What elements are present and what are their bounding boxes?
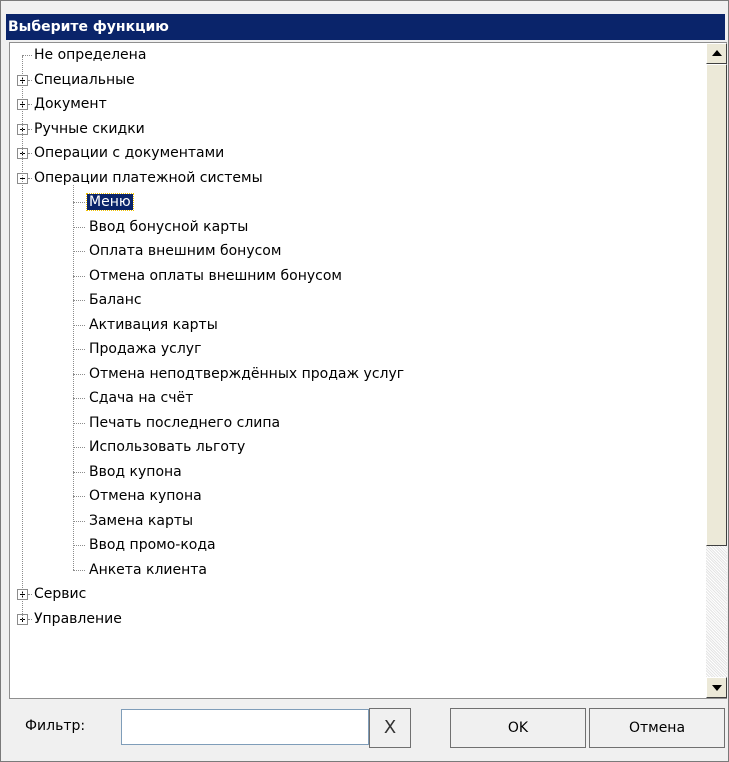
tree-item-label: Сдача на счёт [89,390,194,406]
dialog-window: Выберите функцию Не определена Специальны… [0,0,729,762]
tree-connector [73,226,85,228]
tree-item[interactable]: Оплата внешним бонусом [87,240,283,262]
tree-item[interactable]: Ввод бонусной карты [87,216,250,238]
tree-connector [73,251,85,252]
tree-item[interactable]: Продажа услуг [87,338,203,360]
tree-item-label: Замена карты [89,512,194,529]
tree-item-label: Печать последнего слипа [89,414,281,431]
tree-connector [73,496,85,497]
tree-connector [28,618,32,620]
tree-item-label: Ввод купона [89,463,182,480]
tree-connector [28,128,32,130]
tree-item-label: Отмена оплаты внешним бонусом [89,267,342,284]
tree-item[interactable]: Активация карты [87,314,220,336]
tree-item-label: Ввод бонусной карты [89,218,249,235]
tree-item[interactable]: Ввод промо-кода [87,534,218,556]
tree-item-label: Продажа услуг [89,341,202,357]
tree-connector [73,324,85,326]
tree-item[interactable]: Сдача на счёт [87,387,195,409]
tree-connector [22,55,32,56]
tree-connector [73,373,85,375]
tree-child-line [73,184,74,570]
tree-item[interactable]: Не определена [32,44,148,66]
tree-connector [73,275,85,277]
tree-item[interactable]: Печать последнего слипа [87,412,282,434]
tree-item-label: Меню [86,193,134,211]
ok-button[interactable]: OK [450,708,586,748]
tree-item[interactable]: Замена карты [87,510,195,532]
tree-root-line [22,56,23,620]
tree-item[interactable]: Операции платежной системы [32,167,265,189]
vertical-scrollbar[interactable] [706,43,727,698]
tree-item-label: Сервис [34,586,87,602]
tree-item-label: Активация карты [89,316,218,333]
tree-connector [73,545,85,546]
cancel-button[interactable]: Отмена [589,708,725,748]
tree-item-label: Отмена купона [89,488,202,504]
tree-connector [73,349,85,350]
tree-item-label: Управление [34,610,122,627]
tree-connector [28,177,32,179]
tree-connector [73,471,85,473]
filter-input[interactable] [121,709,369,745]
tree-item-label: Анкета клиента [89,561,207,578]
arrow-up-icon [712,50,722,56]
tree-item[interactable]: Отмена неподтверждённых продаж услуг [87,363,406,385]
tree-item-label: Не определена [34,47,147,63]
tree-item-label: Операции с документами [34,145,225,161]
tree-item[interactable]: Анкета клиента [87,559,209,581]
tree-connector [28,79,32,81]
filter-label: Фильтр: [25,718,86,734]
tree-connector [28,594,32,595]
tree-connector [28,153,32,154]
tree-item-label: Операции платежной системы [34,169,263,186]
tree-connector [73,202,85,203]
tree-connector [28,104,32,105]
tree-item[interactable]: Управление [32,608,124,630]
scroll-down-button[interactable] [706,677,727,698]
arrow-down-icon [712,685,722,691]
tree-item[interactable]: Отмена купона [87,485,204,507]
tree-item[interactable]: Использовать льготу [87,436,247,458]
tree-item[interactable]: Сервис [32,583,88,605]
function-tree-frame: Не определена Специальные Документ Ручные с… [9,42,727,699]
tree-connector [73,569,85,571]
tree-item-label: Документ [34,96,107,112]
tree-connector [73,398,85,399]
tree-connector [73,422,85,424]
tree-item[interactable]: Операции с документами [32,142,226,164]
close-icon: X [383,717,397,738]
tree-item[interactable]: Документ [32,93,109,115]
tree-item[interactable]: Отмена оплаты внешним бонусом [87,265,344,287]
tree-item-label: Использовать льготу [89,439,246,455]
tree-connector [73,520,85,522]
tree-item-label: Отмена неподтверждённых продаж услуг [89,365,405,382]
tree-item-label: Ввод промо-кода [89,537,216,553]
tree-item-label: Ручные скидки [34,120,145,137]
tree-item-label: Оплата внешним бонусом [89,243,282,259]
tree-connector [73,447,85,448]
tree-item[interactable]: Баланс [87,289,144,311]
dialog-title: Выберите функцию [6,14,725,40]
tree-connector [73,300,85,301]
scrollbar-thumb[interactable] [706,64,727,546]
tree-item[interactable]: Ввод купона [87,461,184,483]
clear-filter-button[interactable]: X [369,708,411,748]
scroll-up-button[interactable] [706,43,727,64]
tree-item[interactable]: Меню [86,191,134,213]
function-tree[interactable]: Не определена Специальные Документ Ручные с… [10,43,706,698]
tree-item-label: Специальные [34,71,135,88]
tree-item-label: Баланс [89,292,142,308]
tree-item[interactable]: Ручные скидки [32,118,147,140]
tree-item[interactable]: Специальные [32,69,137,91]
